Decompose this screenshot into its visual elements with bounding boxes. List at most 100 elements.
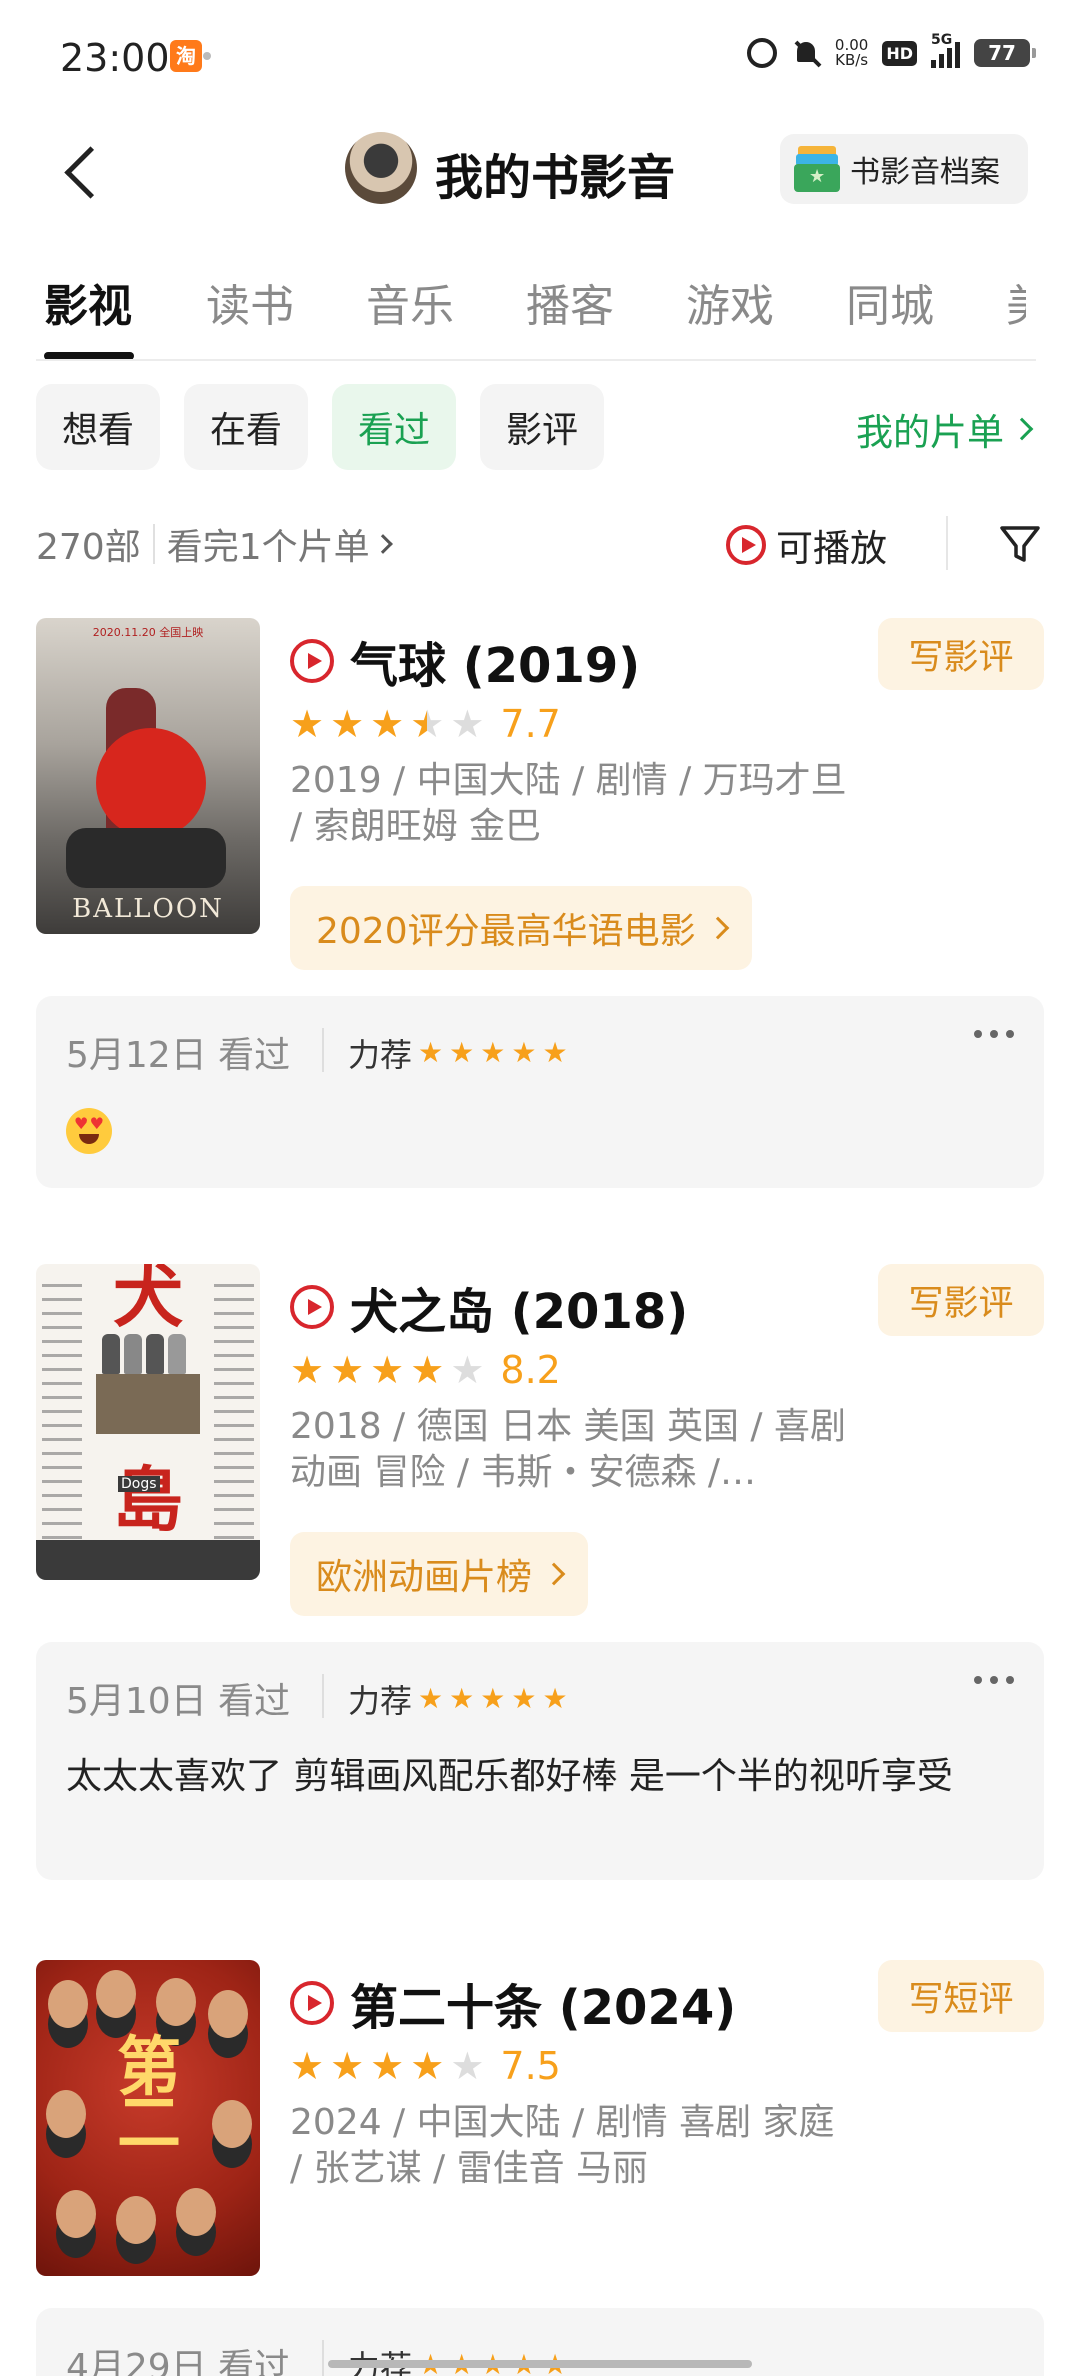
star-icon: ★: [370, 702, 405, 746]
poster-motorbike: [66, 828, 226, 888]
summary-row: 270部 看完1个片单: [36, 518, 393, 570]
movie-score: 7.5: [500, 2044, 561, 2088]
movie-poster[interactable]: 2020.11.20 全国上映 BALLOON: [36, 618, 260, 934]
write-review-button[interactable]: 写影评: [878, 1264, 1044, 1336]
play-circle-icon: [290, 1981, 334, 2025]
movie-item[interactable]: 第二 第二十条 (2024) 写短评 ★ ★ ★ ★ ★ 7.5 2024 / …: [36, 1960, 1044, 2290]
net-speed: 0.00 KB/s: [835, 38, 868, 68]
tab-local[interactable]: 同城: [846, 270, 934, 334]
star-icon: ★: [330, 702, 365, 746]
movie-title-row[interactable]: 犬之岛 (2018): [290, 1272, 688, 1342]
play-circle-icon: [290, 1285, 334, 1329]
poster-dog: [168, 1334, 186, 1374]
chip-want[interactable]: 想看: [36, 384, 160, 470]
review-rating: 力荐 ★★★★★: [348, 1676, 568, 1722]
review-card[interactable]: 5月12日 看过 力荐 ★ ★ ★ ★ ★: [36, 996, 1044, 1188]
movie-title-row[interactable]: 气球 (2019): [290, 626, 640, 696]
poster-credits: [42, 1284, 82, 1554]
movie-item[interactable]: 2020.11.20 全国上映 BALLOON 气球 (2019) 写影评 ★ …: [36, 618, 1044, 978]
archive-button[interactable]: 书影音档案: [780, 134, 1028, 204]
avatar[interactable]: [345, 132, 417, 204]
my-list-link[interactable]: 我的片单: [856, 402, 1034, 456]
status-time: 23:00: [60, 36, 170, 80]
page-header: 我的书影音 书影音档案: [0, 120, 1080, 230]
review-rating-label: 力荐: [348, 1036, 413, 1074]
ranking-badge[interactable]: 欧洲动画片榜: [290, 1532, 589, 1616]
review-date: 5月10日 看过: [66, 1681, 291, 1722]
poster-face: [116, 2196, 156, 2244]
poster-glyph: 島: [113, 1458, 183, 1541]
mute-bell-icon: [791, 38, 821, 68]
movie-title: 气球 (2019): [350, 638, 641, 694]
star-icon: ★: [418, 1682, 444, 1715]
divider: [946, 516, 948, 570]
movie-poster[interactable]: 犬 島 Dogs: [36, 1264, 260, 1580]
finished-lists-link[interactable]: 看完1个片单: [167, 518, 370, 570]
heart-eyes-emoji-icon: [66, 1108, 112, 1154]
notification-dot-icon: [203, 52, 211, 60]
page-title: 我的书影音: [435, 150, 676, 206]
star-icon: ★: [370, 2044, 405, 2088]
star-icon: ★: [290, 2044, 325, 2088]
more-options-icon[interactable]: [974, 1030, 1014, 1038]
my-list-label: 我的片单: [856, 411, 1004, 454]
movie-poster[interactable]: 第二: [36, 1960, 260, 2276]
chip-watching[interactable]: 在看: [184, 384, 308, 470]
poster-face: [156, 1978, 196, 2026]
star-icon: ★: [542, 1682, 568, 1715]
star-icon: ★: [511, 1036, 537, 1069]
movie-score: 8.2: [500, 1348, 561, 1392]
tab-music[interactable]: 音乐: [366, 270, 454, 334]
tab-games[interactable]: 游戏: [686, 270, 774, 334]
movie-title-row[interactable]: 第二十条 (2024): [290, 1968, 736, 2038]
watched-count: 270部: [36, 527, 141, 568]
review-rating: 力荐 ★★★★★: [348, 1030, 568, 1076]
star-empty-icon: ★: [450, 2044, 485, 2088]
home-indicator[interactable]: [328, 2360, 752, 2368]
chip-watched[interactable]: 看过: [332, 384, 456, 470]
star-icon: ★: [370, 1348, 405, 1392]
tab-film[interactable]: 影视: [44, 270, 132, 334]
network-type: 5G: [931, 32, 953, 48]
poster-face: [48, 1980, 88, 2028]
hd-icon: HD: [882, 40, 917, 66]
star-icon: ★: [410, 2044, 445, 2088]
back-button[interactable]: [60, 144, 104, 200]
status-bar: 23:00 淘 0.00 KB/s HD 5G 77: [0, 0, 1080, 110]
more-options-icon[interactable]: [974, 1676, 1014, 1684]
divider: [322, 1028, 324, 1072]
movie-rating: ★ ★ ★ ★ ★ 7.5: [290, 2044, 561, 2088]
movie-meta: 2019 / 中国大陆 / 剧情 / 万玛才旦 / 索朗旺姆 金巴: [290, 760, 847, 847]
star-icon: ★: [330, 2044, 365, 2088]
ranking-badge[interactable]: 2020评分最高华语电影: [290, 886, 752, 970]
poster-face: [208, 1990, 248, 2038]
category-tabs: 影视 读书 音乐 播客 游戏 同城 美: [0, 270, 1080, 362]
poster-ground: [36, 1540, 260, 1580]
divider: [152, 524, 155, 564]
review-card[interactable]: 5月10日 看过 力荐 ★ ★ ★ ★ ★ 太太太喜欢了 剪辑画风配乐都好棒 是一个半的…: [36, 1642, 1044, 1880]
filter-icon[interactable]: [998, 522, 1042, 566]
divider: [322, 2340, 324, 2376]
poster-dog: [146, 1334, 164, 1374]
chip-reviews[interactable]: 影评: [480, 384, 604, 470]
tabs-divider: [36, 359, 1036, 361]
playable-filter[interactable]: 可播放: [726, 518, 887, 572]
movie-item[interactable]: 犬 島 Dogs 犬之岛 (2018) 写影评 ★ ★ ★ ★ ★ 8.2 20…: [36, 1264, 1044, 1624]
tab-podcast[interactable]: 播客: [526, 270, 614, 334]
poster-dog: [102, 1334, 120, 1374]
archive-label: 书影音档案: [850, 155, 1000, 190]
tab-more-cut[interactable]: 美: [1006, 270, 1026, 334]
signal-icon: 5G: [931, 32, 960, 68]
star-empty-icon: ★: [450, 702, 485, 746]
star-icon: ★: [410, 1348, 445, 1392]
battery-icon: 77: [974, 39, 1036, 67]
movie-score: 7.7: [500, 702, 561, 746]
poster-face: [56, 2190, 96, 2238]
star-icon: ★: [449, 1036, 475, 1069]
tab-books[interactable]: 读书: [206, 270, 294, 334]
poster-title: BALLOON: [72, 894, 224, 924]
star-empty-icon: ★: [450, 1348, 485, 1392]
movie-title: 犬之岛 (2018): [350, 1284, 689, 1340]
write-review-button[interactable]: 写影评: [878, 618, 1044, 690]
write-short-review-button[interactable]: 写短评: [878, 1960, 1044, 2032]
